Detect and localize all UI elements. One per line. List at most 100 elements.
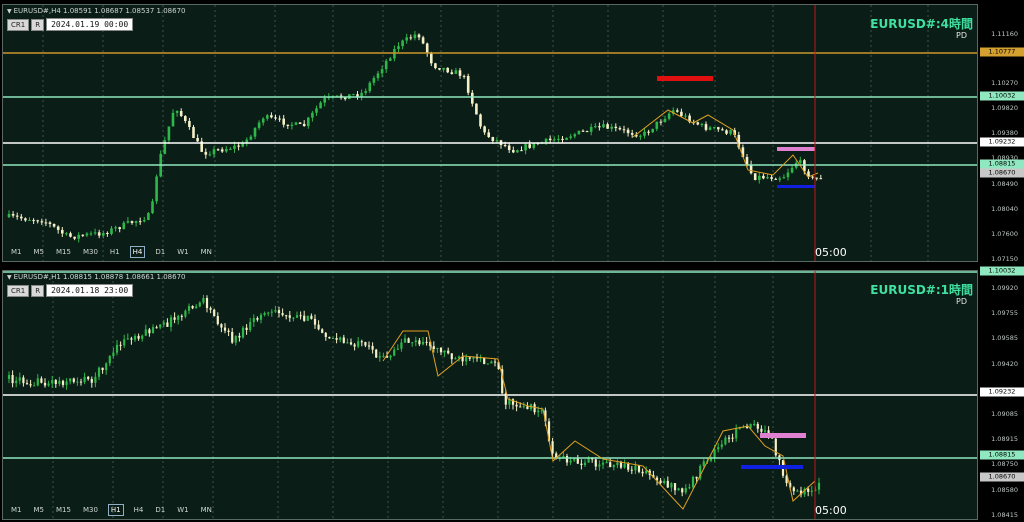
tf-h4[interactable]: H4 [129, 246, 146, 258]
candle-body [450, 353, 453, 360]
candle-body [69, 233, 72, 237]
candle-body [438, 68, 441, 70]
candle-body [727, 437, 731, 439]
tf-d1[interactable]: D1 [153, 505, 167, 515]
candle-body [166, 322, 169, 327]
candle-body [487, 132, 490, 138]
candle-body [724, 437, 727, 445]
candle-body [360, 341, 363, 343]
tf-h1[interactable]: H1 [107, 504, 124, 516]
tf-m30[interactable]: M30 [81, 247, 100, 257]
candle-body [233, 145, 236, 149]
candle-body [321, 329, 324, 333]
cr1-button[interactable]: CR1 [7, 18, 30, 31]
candle-body [721, 129, 724, 131]
h4-price-axis[interactable]: 1.11160 1.10270 1.09820 1.09380 1.08930 … [978, 0, 1024, 264]
candle-body [241, 327, 245, 338]
h4-chart-canvas[interactable] [3, 5, 978, 262]
datetime-field[interactable]: 2024.01.18 23:00 [46, 284, 134, 297]
candle-body [375, 349, 378, 358]
datetime-field[interactable]: 2024.01.19 00:00 [46, 18, 134, 31]
candle-body [278, 118, 281, 120]
candle-body [324, 332, 327, 337]
h4-plot-area[interactable]: ▼ EURUSD#,H4 1.08591 1.08687 1.08537 1.08… [2, 4, 978, 262]
h1-price-tag-green2: 1.08815 [980, 450, 1024, 460]
candle-body [756, 423, 759, 429]
candle-body [717, 127, 720, 130]
candle-body [717, 447, 720, 450]
h1-tick: 1.09585 [991, 334, 1018, 342]
tf-m30[interactable]: M30 [81, 505, 100, 515]
h1-tick: 1.08415 [991, 511, 1018, 519]
candle-body [310, 315, 313, 319]
tf-m5[interactable]: M5 [32, 247, 47, 257]
blue-zone-box [777, 185, 815, 188]
candle-body [76, 381, 79, 383]
tf-w1[interactable]: W1 [175, 505, 190, 515]
h1-current-price-tag: 1.08670 [980, 472, 1024, 482]
tf-h4[interactable]: H4 [132, 505, 146, 515]
blue-zone-box [741, 465, 803, 469]
h1-plot-area[interactable]: ▼ EURUSD#,H1 1.08815 1.08878 1.08661 1.08… [2, 270, 978, 520]
candle-body [376, 73, 380, 79]
candle-body [36, 378, 39, 386]
collapse-triangle-icon[interactable]: ▼ [7, 8, 12, 15]
candle-body [29, 384, 32, 386]
tf-m15[interactable]: M15 [54, 247, 73, 257]
candle-body [708, 127, 712, 130]
tf-h1[interactable]: H1 [108, 247, 122, 257]
candle-body [537, 410, 540, 413]
candle-body [515, 404, 518, 407]
candle-body [346, 342, 349, 344]
candle-body [286, 124, 290, 126]
candle-body [627, 463, 630, 470]
candle-body [762, 175, 765, 179]
candle-body [267, 312, 270, 314]
candle-body [93, 232, 97, 234]
candle-body [601, 462, 605, 465]
candle-body [811, 176, 814, 178]
candle-body [585, 131, 589, 133]
candle-body [89, 233, 93, 235]
candle-body [524, 144, 527, 151]
candle-body [61, 229, 64, 234]
candle-body [684, 115, 687, 117]
candle-body [659, 480, 662, 484]
h1-chart-canvas[interactable] [3, 271, 978, 520]
h4-chart-pane[interactable]: ▼ EURUSD#,H4 1.08591 1.08687 1.08537 1.08… [0, 0, 1024, 264]
candle-body [486, 363, 489, 365]
candle-body [667, 113, 671, 119]
candle-body [520, 150, 523, 152]
tf-mn[interactable]: MN [199, 505, 214, 515]
h1-time-label: 05:00 [815, 504, 847, 517]
candle-body [548, 138, 552, 141]
candle-body [760, 428, 763, 432]
candle-body [169, 317, 173, 327]
r-button[interactable]: R [31, 284, 45, 297]
collapse-triangle-icon[interactable]: ▼ [7, 274, 12, 281]
tf-m15[interactable]: M15 [54, 505, 73, 515]
tf-m5[interactable]: M5 [32, 505, 47, 515]
candle-body [212, 149, 216, 155]
tf-mn[interactable]: MN [199, 247, 214, 257]
tf-m1[interactable]: M1 [9, 247, 24, 257]
candle-body [54, 380, 57, 384]
candle-body [319, 102, 322, 109]
candle-body [731, 437, 734, 439]
candle-body [382, 355, 385, 357]
cr1-button[interactable]: CR1 [7, 284, 30, 297]
candle-body [112, 352, 115, 357]
candle-body [205, 298, 209, 309]
candle-body [114, 227, 117, 229]
candle-body [263, 313, 266, 315]
tf-w1[interactable]: W1 [175, 247, 190, 257]
candle-body [526, 406, 529, 410]
tf-m1[interactable]: M1 [9, 505, 24, 515]
candle-body [491, 137, 495, 141]
candle-body [725, 130, 728, 134]
r-button[interactable]: R [31, 18, 45, 31]
h1-price-axis[interactable]: 1.09920 1.09755 1.09585 1.09420 1.09085 … [978, 266, 1024, 522]
candle-body [696, 122, 700, 125]
tf-d1[interactable]: D1 [153, 247, 167, 257]
h1-chart-pane[interactable]: ▼ EURUSD#,H1 1.08815 1.08878 1.08661 1.08… [0, 266, 1024, 522]
